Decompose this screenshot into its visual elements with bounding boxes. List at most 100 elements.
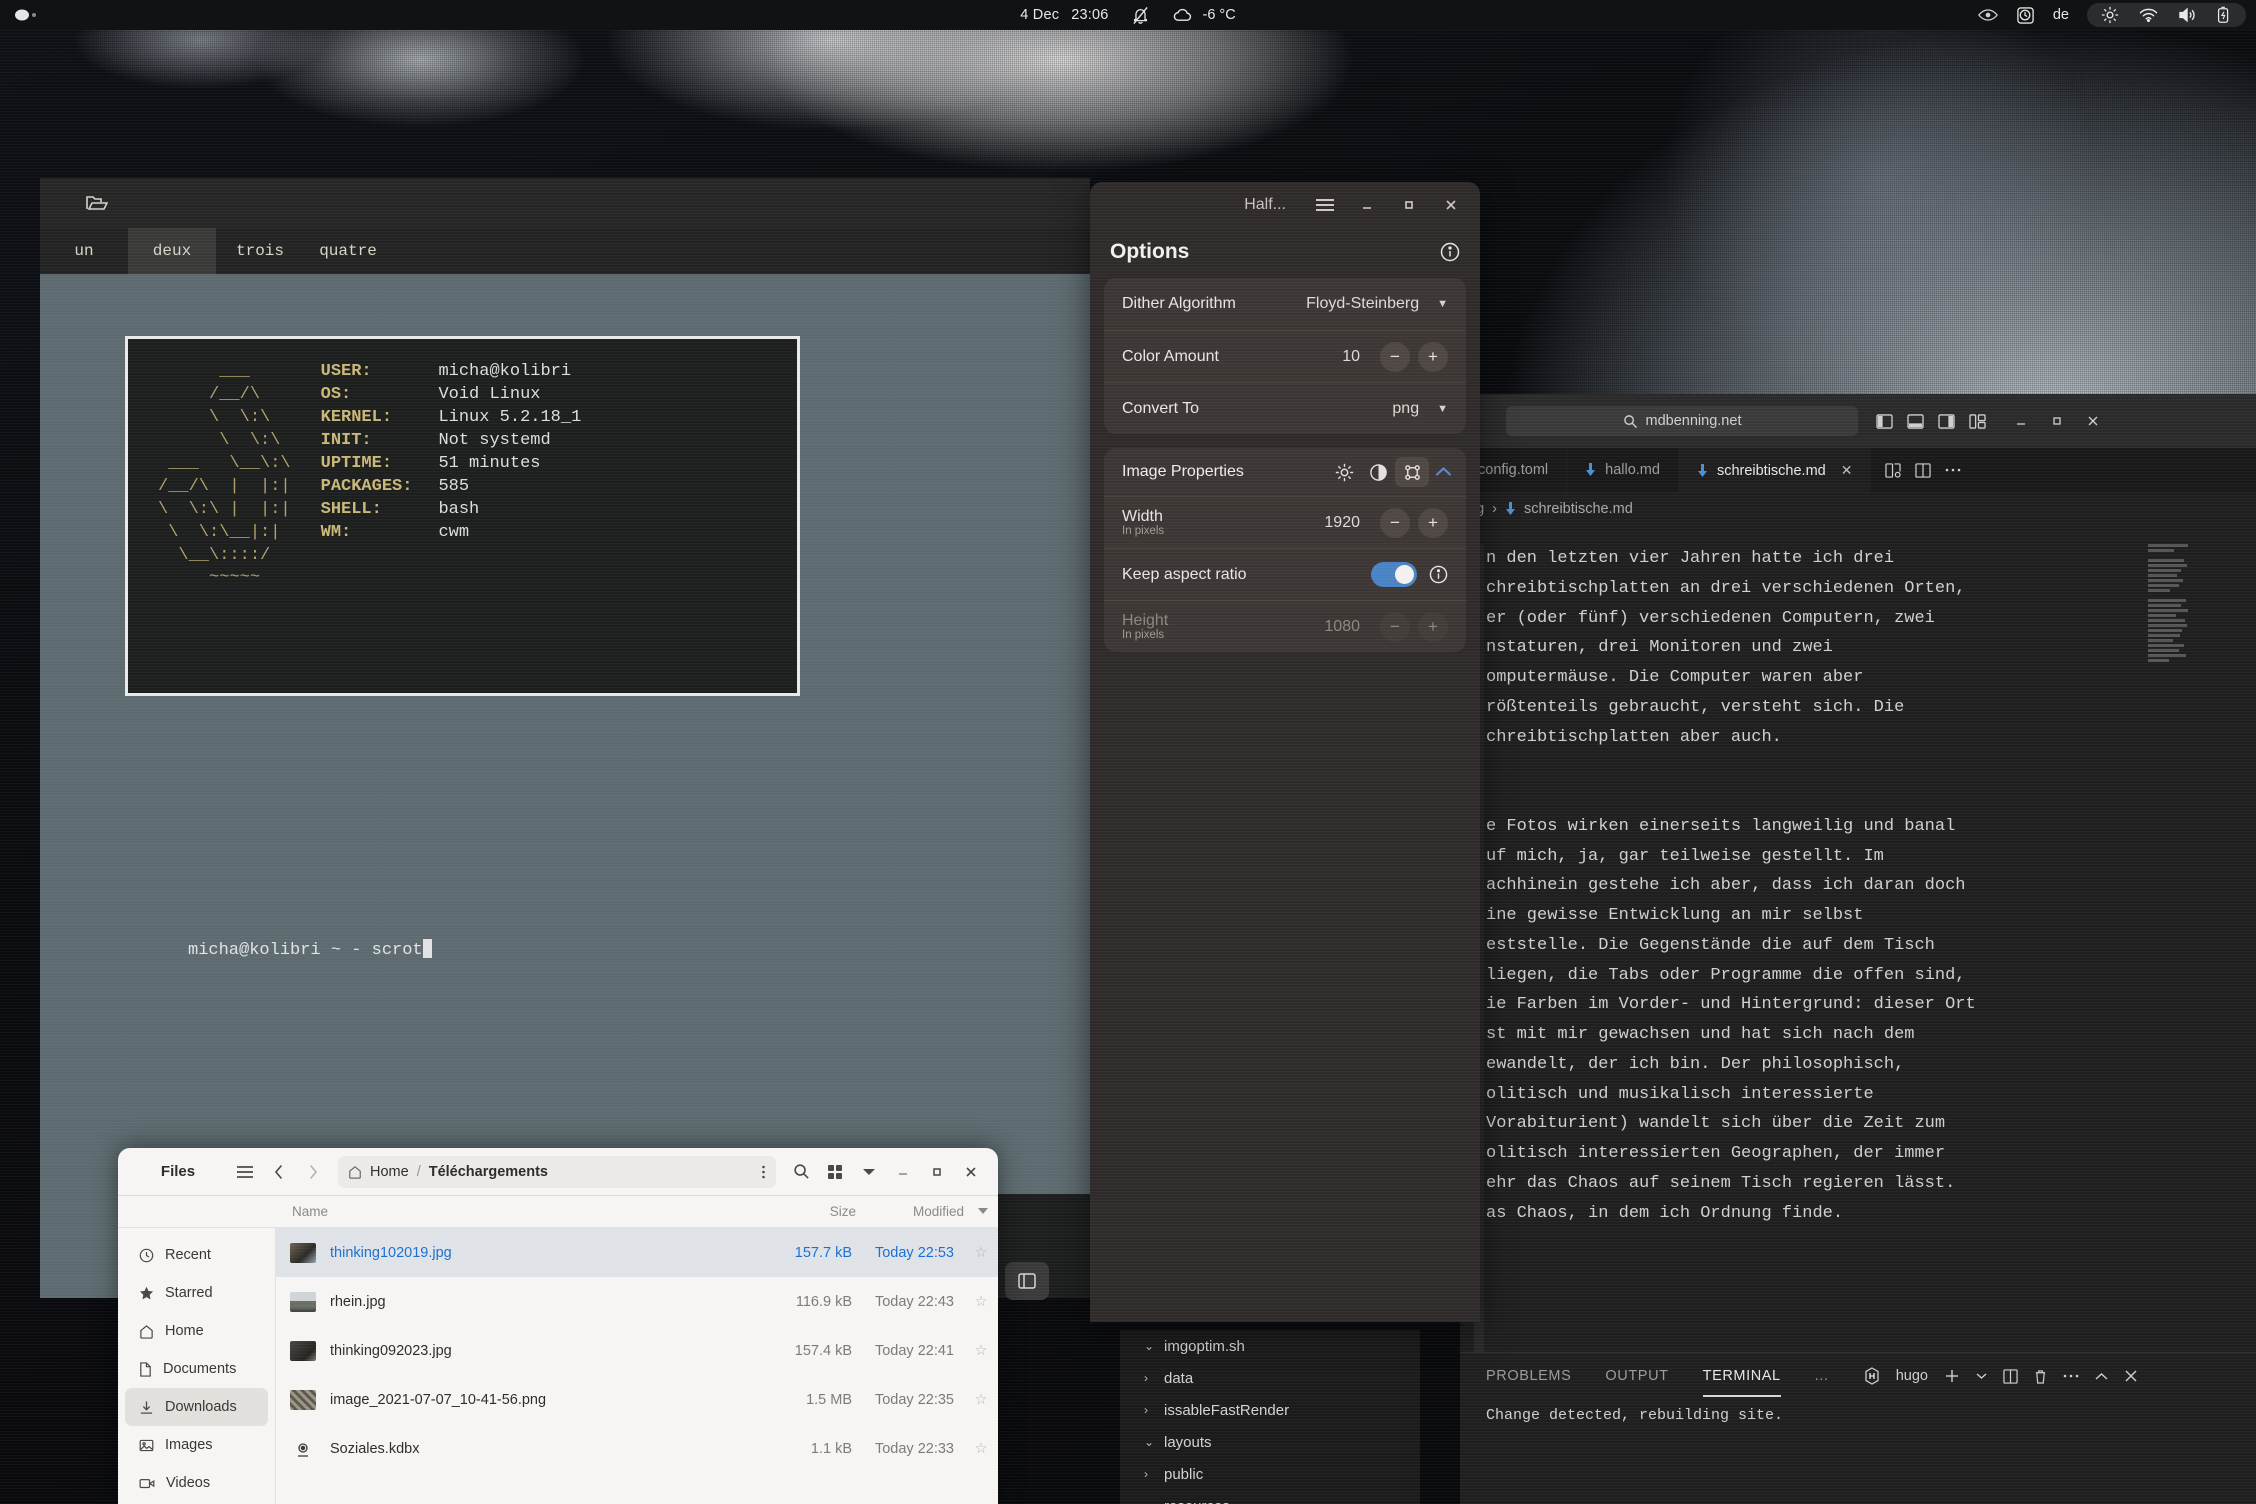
sidebar-item-downloads[interactable]: Downloads xyxy=(125,1388,268,1426)
dialog-titlebar[interactable]: Half... xyxy=(1090,182,1480,228)
editor-layout-controls[interactable] xyxy=(1876,413,1986,429)
brightness-icon[interactable] xyxy=(2101,6,2119,24)
star-icon[interactable]: ☆ xyxy=(964,1294,998,1310)
tree-item-public[interactable]: › public xyxy=(1120,1458,1420,1490)
keep-aspect-ratio-toggle[interactable] xyxy=(1371,562,1417,587)
terminal-tab-bar[interactable]: un deux trois quatre xyxy=(40,228,1090,274)
close-icon[interactable] xyxy=(954,1157,988,1187)
column-name[interactable]: Name xyxy=(292,1204,768,1219)
editor-titlebar[interactable]: mdbenning.net xyxy=(1460,394,2256,448)
minimize-icon[interactable] xyxy=(2014,414,2028,428)
files-sidebar[interactable]: Recent Starred Home Documents Downloads xyxy=(118,1228,276,1504)
width-row[interactable]: Width In pixels 1920 − + xyxy=(1104,496,1466,548)
grid-view-icon[interactable] xyxy=(818,1157,852,1187)
datetime-display[interactable]: 4 Dec 23:06 xyxy=(1020,7,1108,23)
chevron-down-icon[interactable]: ▼ xyxy=(1437,298,1448,310)
topbar-right[interactable]: de xyxy=(1977,3,2246,27)
panel-shell-name[interactable]: hugo xyxy=(1896,1368,1928,1384)
editor-tab-schreibtische-md[interactable]: schreibtische.md ✕ xyxy=(1678,448,1872,492)
editor-tab-bar[interactable]: config.toml hallo.md schreibtische.md ✕ xyxy=(1460,448,2256,492)
trash-icon[interactable] xyxy=(2034,1369,2047,1384)
tree-item-issablefastrender[interactable]: › issableFastRender xyxy=(1120,1394,1420,1426)
terminal-tab-deux[interactable]: deux xyxy=(128,228,216,274)
table-row[interactable]: image_2021-07-07_10-41-56.png 1.5 MB Tod… xyxy=(276,1375,998,1424)
convert-to-row[interactable]: Convert To png ▼ xyxy=(1104,382,1466,434)
chevron-up-icon[interactable] xyxy=(2095,1372,2108,1381)
keep-aspect-ratio-row[interactable]: Keep aspect ratio xyxy=(1104,548,1466,600)
chevron-down-icon[interactable]: ⌄ xyxy=(1144,1435,1154,1449)
add-terminal-icon[interactable] xyxy=(1944,1368,1960,1384)
tree-item-imgoptim[interactable]: ⌄ imgoptim.sh xyxy=(1120,1330,1420,1362)
files-window[interactable]: Files Home / Téléchargements Name Size M… xyxy=(118,1148,998,1504)
dither-algorithm-row[interactable]: Dither Algorithm Floyd-Steinberg ▼ xyxy=(1104,278,1466,330)
star-icon[interactable]: ☆ xyxy=(964,1343,998,1359)
close-icon[interactable]: ✕ xyxy=(1841,462,1853,479)
breadcrumb-current[interactable]: Téléchargements xyxy=(429,1164,548,1180)
files-headerbar[interactable]: Files Home / Téléchargements xyxy=(118,1148,998,1196)
table-row[interactable]: rhein.jpg 116.9 kB Today 22:43 ☆ xyxy=(276,1277,998,1326)
split-vertical-icon[interactable] xyxy=(1915,462,1932,478)
chevron-right-icon[interactable]: › xyxy=(1144,1371,1154,1385)
bell-muted-icon[interactable] xyxy=(1132,6,1149,25)
column-modified[interactable]: Modified xyxy=(856,1204,968,1219)
color-amount-decrement-button[interactable]: − xyxy=(1380,341,1410,372)
width-decrement-button[interactable]: − xyxy=(1380,507,1410,538)
view-dropdown-icon[interactable] xyxy=(852,1157,886,1187)
hamburger-icon[interactable] xyxy=(1312,192,1338,218)
split-editor-icon[interactable] xyxy=(1885,462,1902,478)
back-button[interactable] xyxy=(262,1157,296,1187)
files-column-header[interactable]: Name Size Modified xyxy=(118,1196,998,1228)
chevron-down-icon[interactable] xyxy=(1976,1372,1987,1380)
info-icon[interactable] xyxy=(1440,242,1460,262)
sidebar-item-home[interactable]: Home xyxy=(125,1312,268,1350)
contrast-icon[interactable] xyxy=(1361,457,1395,487)
layout-grid-icon[interactable] xyxy=(1969,413,1986,429)
breadcrumb[interactable]: og › schreibtische.md xyxy=(1460,492,2256,526)
system-topbar[interactable]: 4 Dec 23:06 -6 °C de xyxy=(0,0,2256,30)
halftone-dither-dialog[interactable]: Half... Options Dither Algorithm Floyd-S… xyxy=(1090,182,1480,1322)
close-icon[interactable] xyxy=(2086,414,2100,428)
maximize-icon[interactable] xyxy=(920,1157,954,1187)
more-actions-icon[interactable] xyxy=(2063,1373,2079,1379)
chevron-down-icon[interactable]: ⌄ xyxy=(1144,1339,1154,1353)
wifi-icon[interactable] xyxy=(2139,8,2158,22)
panel-actions[interactable]: hugo xyxy=(1864,1353,2138,1399)
editor-code-content[interactable]: n den letzten vier Jahren hatte ich drei… xyxy=(1486,544,2150,1352)
chevron-down-icon[interactable] xyxy=(968,1208,998,1215)
tree-item-layouts[interactable]: ⌄ layouts xyxy=(1120,1426,1420,1458)
editor-search-box[interactable]: mdbenning.net xyxy=(1506,406,1858,436)
keyboard-layout-indicator[interactable]: de xyxy=(2053,7,2069,23)
column-size[interactable]: Size xyxy=(768,1204,856,1219)
panel-tab-problems[interactable]: PROBLEMS xyxy=(1486,1368,1571,1384)
folder-open-icon[interactable] xyxy=(86,194,108,212)
forward-button[interactable] xyxy=(296,1157,330,1187)
brightness-icon[interactable] xyxy=(1327,457,1361,487)
chevron-right-icon[interactable]: › xyxy=(1144,1403,1154,1417)
editor-minimap[interactable] xyxy=(2148,544,2192,1352)
breadcrumb-segment-file[interactable]: schreibtische.md xyxy=(1524,501,1633,517)
width-increment-button[interactable]: + xyxy=(1418,507,1448,538)
clock-history-icon[interactable] xyxy=(2016,6,2035,25)
terminal-tab-un[interactable]: un xyxy=(40,228,128,274)
editor-window-buttons[interactable] xyxy=(2014,414,2100,428)
color-amount-row[interactable]: Color Amount 10 − + xyxy=(1104,330,1466,382)
terminal-tab-quatre[interactable]: quatre xyxy=(304,228,392,274)
chevron-right-icon[interactable]: › xyxy=(1144,1467,1154,1481)
terminal-titlebar[interactable] xyxy=(40,178,1090,228)
chevron-down-icon[interactable]: ▼ xyxy=(1437,403,1448,415)
table-row[interactable]: thinking102019.jpg 157.7 kB Today 22:53 … xyxy=(276,1228,998,1277)
editor-file-explorer[interactable]: ⌄ imgoptim.sh › data › issableFastRender… xyxy=(1120,1330,1420,1504)
panel-tab-output[interactable]: OUTPUT xyxy=(1605,1368,1668,1384)
table-row[interactable]: Soziales.kdbx 1.1 kB Today 22:33 ☆ xyxy=(276,1424,998,1473)
breadcrumb-home[interactable]: Home xyxy=(370,1164,409,1180)
editor-tab-hallo-md[interactable]: hallo.md xyxy=(1567,448,1679,492)
minimize-icon[interactable] xyxy=(886,1157,920,1187)
code-editor-window[interactable]: mdbenning.net config.toml hallo.md schre… xyxy=(1460,394,2256,1504)
more-actions-icon[interactable] xyxy=(1945,467,1961,473)
panel-bottom-icon[interactable] xyxy=(1907,413,1924,429)
minimize-icon[interactable] xyxy=(1354,192,1380,218)
terminal-overlay-button[interactable] xyxy=(1005,1262,1049,1300)
sidebar-item-videos[interactable]: Videos xyxy=(125,1464,268,1502)
close-icon[interactable] xyxy=(2124,1369,2138,1383)
eye-icon[interactable] xyxy=(1977,8,1998,22)
